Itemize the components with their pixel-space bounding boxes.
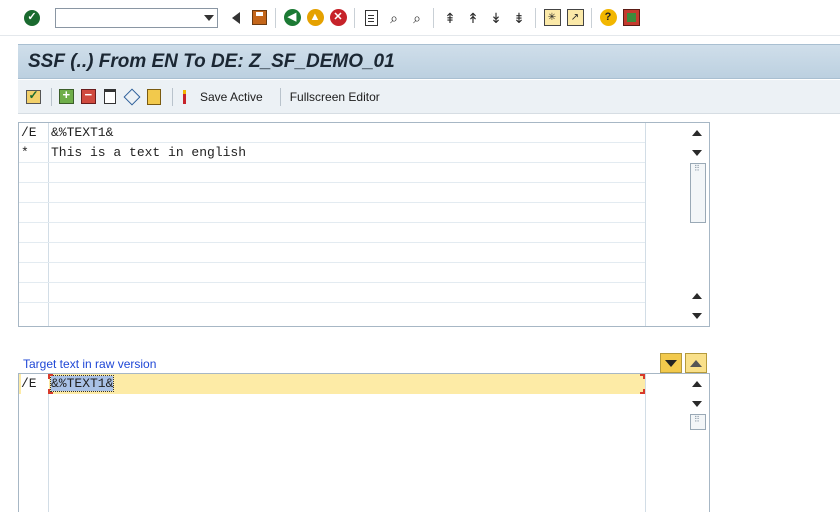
insert-line-icon[interactable] xyxy=(57,87,75,106)
application-toolbar: Save Active Fullscreen Editor xyxy=(18,80,840,114)
row-text[interactable]: &%TEXT1& xyxy=(51,123,113,143)
editor-row[interactable] xyxy=(19,203,645,223)
toolbar-divider xyxy=(535,7,536,28)
row-corner-marker xyxy=(48,374,53,379)
selected-text[interactable]: &%TEXT1& xyxy=(49,375,115,392)
paste-icon[interactable] xyxy=(145,88,163,106)
page-title: SSF (..) From EN To DE: Z_SF_DEMO_01 xyxy=(28,50,395,72)
find-icon[interactable]: ⌕ xyxy=(384,8,404,28)
triangle-up-icon xyxy=(690,359,702,367)
check-edit-icon[interactable] xyxy=(24,88,42,106)
toolbar-divider xyxy=(51,87,52,106)
scroll-down-icon[interactable] xyxy=(692,150,702,156)
customize-layout-icon[interactable] xyxy=(621,8,641,28)
toolbar-divider xyxy=(275,7,276,28)
scroll-up-icon[interactable] xyxy=(692,130,702,136)
print-icon[interactable] xyxy=(361,8,381,28)
row-text[interactable]: This is a text in english xyxy=(51,143,246,163)
command-field[interactable] xyxy=(55,7,218,28)
toolbar-divider xyxy=(433,7,434,28)
row-tag: /E xyxy=(21,125,37,140)
cancel-icon[interactable]: ✕ xyxy=(328,8,348,28)
last-page-icon[interactable]: ⇟ xyxy=(509,8,529,28)
toolbar-divider xyxy=(354,7,355,28)
editor-row[interactable] xyxy=(19,243,645,263)
title-bar: SSF (..) From EN To DE: Z_SF_DEMO_01 xyxy=(18,44,840,79)
triangle-down-icon xyxy=(665,359,677,367)
scroll-down-icon[interactable] xyxy=(692,401,702,407)
next-segment-button[interactable] xyxy=(660,353,682,373)
page-down-icon[interactable] xyxy=(692,313,702,319)
save-active-button[interactable]: Save Active xyxy=(200,90,263,104)
fullscreen-editor-button[interactable]: Fullscreen Editor xyxy=(290,90,380,104)
system-toolbar: ✓ ◀ ▲ ✕ ⌕ ⌕ ⇞ ↟ ↡ ⇟ ✳ ↗ ? xyxy=(0,0,840,36)
target-text-label: Target text in raw version xyxy=(23,357,157,371)
editor-row[interactable] xyxy=(19,183,645,203)
row-tag: /E xyxy=(21,374,49,394)
save-icon[interactable] xyxy=(249,8,269,28)
back-icon[interactable] xyxy=(226,8,246,28)
save-active-icon xyxy=(178,88,196,106)
eraser-icon[interactable] xyxy=(123,88,141,106)
scroll-up-icon[interactable] xyxy=(692,381,702,387)
toolbar-divider xyxy=(279,87,281,106)
editor-gutter xyxy=(19,374,49,512)
row-text[interactable]: &%TEXT1& xyxy=(49,374,115,394)
editor-row[interactable]: /E &%TEXT1& xyxy=(19,123,645,143)
trash-icon[interactable] xyxy=(101,88,119,106)
page-up-icon[interactable] xyxy=(692,293,702,299)
find-next-icon[interactable]: ⌕ xyxy=(407,8,427,28)
next-page-icon[interactable]: ↡ xyxy=(486,8,506,28)
back-nav-icon[interactable]: ◀ xyxy=(282,8,302,28)
vertical-scrollbar[interactable] xyxy=(645,374,709,512)
toolbar-divider xyxy=(172,87,173,106)
first-page-icon[interactable]: ⇞ xyxy=(440,8,460,28)
scroll-thumb[interactable] xyxy=(690,163,706,223)
command-input[interactable] xyxy=(56,8,196,27)
previous-segment-button[interactable] xyxy=(685,353,707,373)
row-corner-marker xyxy=(48,389,53,394)
help-icon[interactable]: ? xyxy=(598,8,618,28)
editor-row[interactable] xyxy=(19,163,645,183)
editor-row[interactable] xyxy=(19,263,645,283)
shortcut-icon[interactable]: ↗ xyxy=(565,8,585,28)
vertical-scrollbar[interactable] xyxy=(645,123,709,326)
target-text-editor[interactable]: /E &%TEXT1& xyxy=(18,373,710,512)
editor-row[interactable] xyxy=(19,283,645,303)
toolbar-divider xyxy=(591,7,592,28)
enter-icon[interactable]: ✓ xyxy=(22,8,42,28)
source-text-editor[interactable]: /E &%TEXT1& * This is a text in english xyxy=(18,122,710,327)
editor-row-active[interactable]: /E &%TEXT1& xyxy=(19,374,645,394)
editor-row[interactable]: * This is a text in english xyxy=(19,143,645,163)
exit-icon[interactable]: ▲ xyxy=(305,8,325,28)
chevron-down-icon[interactable] xyxy=(204,14,214,21)
new-session-icon[interactable]: ✳ xyxy=(542,8,562,28)
editor-row[interactable] xyxy=(19,223,645,243)
previous-page-icon[interactable]: ↟ xyxy=(463,8,483,28)
scroll-thumb[interactable] xyxy=(690,414,706,430)
row-tag: * xyxy=(21,145,29,160)
delete-line-icon[interactable] xyxy=(79,87,97,106)
